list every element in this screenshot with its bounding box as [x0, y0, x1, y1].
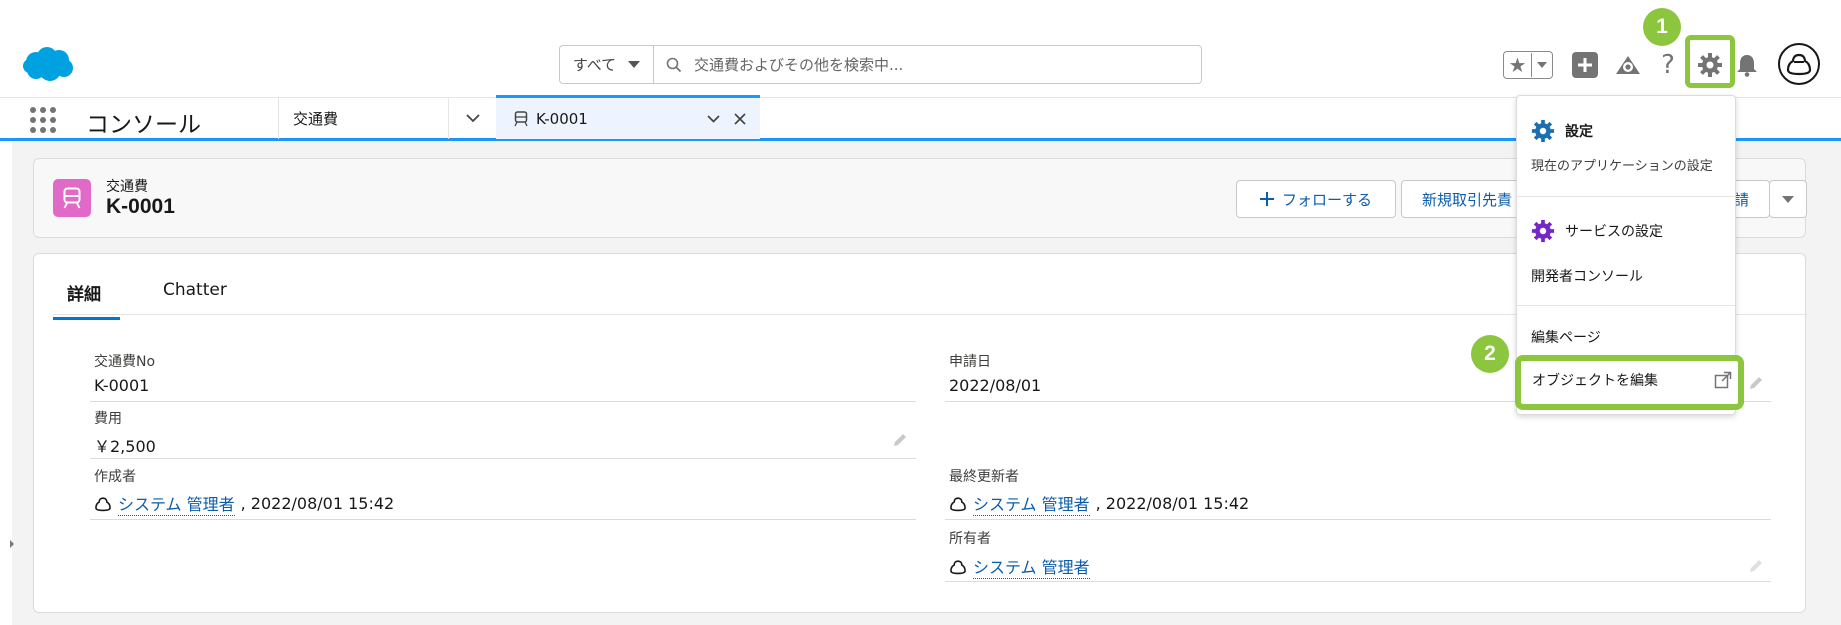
- field-value-modified-by: システム 管理者 , 2022/08/01 15:42: [949, 491, 1249, 516]
- menu-divider: [1517, 196, 1735, 197]
- menu-item-setup-label: 設定: [1565, 124, 1593, 140]
- train-icon: [514, 110, 528, 126]
- change-owner-icon[interactable]: [1748, 558, 1764, 574]
- follow-button-label: フォローする: [1281, 190, 1372, 209]
- menu-item-setup[interactable]: 設定: [1531, 119, 1593, 143]
- nav-item-expense[interactable]: 交通費: [278, 98, 448, 139]
- setup-gear-icon: [1531, 119, 1555, 143]
- plus-icon: [1259, 192, 1274, 206]
- workspace-tab-k0001[interactable]: K-0001: [496, 95, 760, 139]
- field-value-expense-no: K-0001: [94, 376, 150, 395]
- favorites-button-group[interactable]: ★: [1503, 51, 1553, 79]
- caret-down-icon: [1782, 195, 1794, 203]
- field-label-cost: 費用: [94, 411, 122, 427]
- menu-item-edit-object[interactable]: オブジェクトを編集: [1532, 370, 1732, 390]
- menu-item-service-setup[interactable]: サービスの設定: [1531, 219, 1663, 243]
- app-launcher-icon[interactable]: [30, 107, 58, 133]
- user-icon: [95, 496, 111, 511]
- avatar-icon: [1786, 53, 1812, 76]
- salesforce-logo-icon[interactable]: [22, 46, 74, 82]
- star-icon[interactable]: ★: [1504, 53, 1532, 77]
- search-icon: [654, 46, 694, 83]
- step-badge-2: 2: [1471, 335, 1509, 373]
- menu-item-edit-page[interactable]: 編集ページ: [1531, 327, 1601, 347]
- global-create-button[interactable]: [1572, 52, 1598, 78]
- field-value-cost: ￥2,500: [94, 437, 156, 456]
- record-name: K-0001: [106, 195, 175, 218]
- search-scope-label: すべて: [572, 56, 617, 74]
- menu-item-developer-console[interactable]: 開発者コンソール: [1531, 266, 1643, 286]
- more-actions-button[interactable]: [1769, 180, 1807, 218]
- field-label-expense-no: 交通費No: [94, 354, 156, 370]
- utility-bar-toggle-icon[interactable]: [10, 540, 14, 548]
- new-partner-button-label: 新規取引先責: [1422, 190, 1513, 209]
- trailhead-icon: [1616, 56, 1640, 74]
- chevron-down-icon: [465, 114, 480, 123]
- tab-close-icon[interactable]: [734, 112, 746, 125]
- menu-item-setup-description: 現在のアプリケーションの設定: [1531, 159, 1713, 174]
- setup-gear-button[interactable]: [1692, 49, 1728, 81]
- apply-button-label: 請: [1733, 190, 1749, 209]
- app-name: コンソール: [86, 112, 201, 138]
- tab-chatter[interactable]: Chatter: [163, 280, 227, 312]
- trailhead-button[interactable]: [1612, 50, 1644, 80]
- help-button[interactable]: ?: [1656, 48, 1680, 82]
- follow-button[interactable]: フォローする: [1236, 180, 1396, 218]
- field-label-modified-by: 最終更新者: [949, 469, 1019, 485]
- modified-by-user-link[interactable]: システム 管理者: [973, 491, 1090, 516]
- global-search: すべて: [559, 45, 1202, 84]
- owner-user-link[interactable]: システム 管理者: [973, 554, 1090, 579]
- field-value-apply-date: 2022/08/01: [949, 376, 1042, 395]
- edit-cost-pencil-icon[interactable]: [892, 432, 908, 448]
- question-icon: ?: [1661, 50, 1675, 80]
- field-divider: [90, 401, 916, 402]
- tab-chevron-down-icon[interactable]: [707, 114, 720, 123]
- plus-icon: [1578, 58, 1592, 72]
- modified-by-timestamp: , 2022/08/01 15:42: [1095, 494, 1250, 513]
- field-value-owner: システム 管理者: [949, 554, 1090, 579]
- new-partner-button[interactable]: 新規取引先責: [1401, 180, 1521, 218]
- global-header: すべて ★ ? 1: [0, 0, 1841, 96]
- edit-date-pencil-icon[interactable]: [1748, 375, 1764, 391]
- nav-menu-chevron-button[interactable]: [448, 98, 496, 139]
- user-icon: [950, 496, 966, 511]
- search-scope-select[interactable]: すべて: [560, 46, 654, 83]
- service-setup-gear-icon: [1531, 219, 1555, 243]
- external-link-icon: [1714, 371, 1732, 389]
- field-label-owner: 所有者: [949, 531, 991, 547]
- notifications-button[interactable]: [1732, 50, 1762, 80]
- bell-icon: [1737, 55, 1757, 77]
- user-icon: [950, 559, 966, 574]
- workspace-tab-label: K-0001: [536, 109, 588, 128]
- record-type-label: 交通費: [106, 179, 148, 195]
- field-label-created-by: 作成者: [94, 469, 136, 485]
- record-type-icon: [53, 179, 91, 217]
- favorites-dropdown-button[interactable]: [1532, 62, 1552, 68]
- field-divider: [90, 458, 916, 459]
- menu-item-service-setup-label: サービスの設定: [1565, 224, 1663, 240]
- field-divider: [945, 519, 1771, 520]
- menu-divider: [1517, 305, 1735, 306]
- created-by-timestamp: , 2022/08/01 15:42: [240, 494, 395, 513]
- field-label-apply-date: 申請日: [949, 354, 991, 370]
- search-input[interactable]: [694, 46, 1201, 83]
- caret-down-icon: [628, 61, 641, 68]
- step-badge-1: 1: [1643, 8, 1681, 46]
- field-value-created-by: システム 管理者 , 2022/08/01 15:42: [94, 491, 394, 516]
- field-divider: [945, 581, 1771, 582]
- created-by-user-link[interactable]: システム 管理者: [118, 491, 235, 516]
- field-divider: [90, 519, 916, 520]
- train-icon: [63, 187, 81, 209]
- gear-icon: [1698, 53, 1722, 77]
- user-avatar-button[interactable]: [1778, 43, 1820, 85]
- menu-item-edit-object-label: オブジェクトを編集: [1532, 373, 1658, 389]
